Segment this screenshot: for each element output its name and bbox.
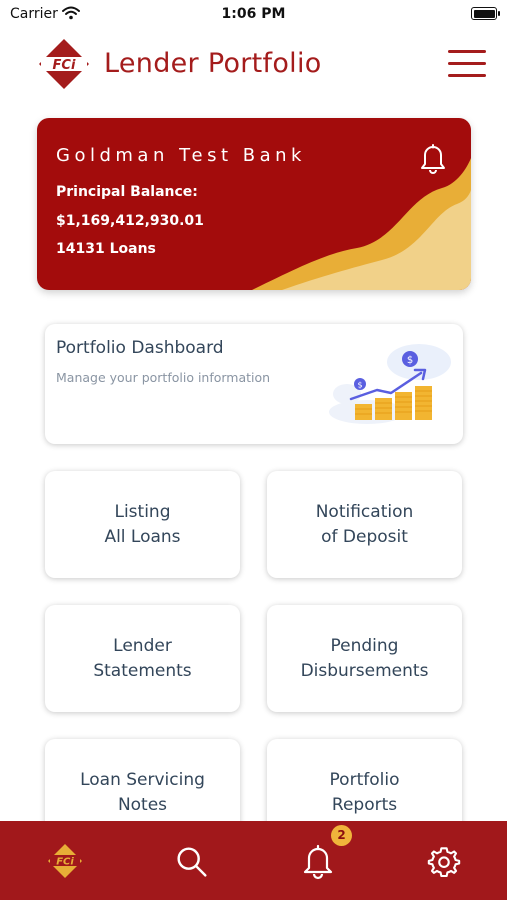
- portfolio-dashboard-subtitle: Manage your portfolio information: [56, 370, 271, 385]
- tile-label-line2: Notes: [117, 794, 168, 815]
- tile-label-line1: Portfolio: [329, 769, 400, 790]
- tile-label-line1: Notification: [315, 501, 414, 522]
- lender-statements-button[interactable]: Lender Statements: [45, 605, 240, 712]
- fci-logo-icon[interactable]: FCi: [45, 841, 85, 881]
- tile-label-line2: Disbursements: [300, 660, 429, 681]
- logo-text: FCi: [53, 58, 76, 73]
- pending-disbursements-button[interactable]: Pending Disbursements: [267, 605, 462, 712]
- tab-logo-text: FCi: [56, 857, 74, 868]
- loan-count: 14131 Loans: [56, 241, 156, 257]
- portfolio-dashboard-title: Portfolio Dashboard: [56, 338, 224, 358]
- hamburger-menu-icon[interactable]: [448, 50, 486, 80]
- tile-label-line1: Lender: [113, 635, 172, 656]
- search-icon[interactable]: [172, 842, 212, 882]
- bell-icon[interactable]: [417, 141, 449, 175]
- growth-coins-chart-illustration: $ $: [329, 344, 451, 424]
- gear-icon[interactable]: [424, 842, 464, 882]
- clock-time: 1:06 PM: [221, 6, 286, 22]
- listing-all-loans-button[interactable]: Listing All Loans: [45, 471, 240, 578]
- principal-balance-value: $1,169,412,930.01: [56, 213, 204, 229]
- battery-icon: [471, 7, 500, 20]
- tile-label-line2: of Deposit: [321, 526, 408, 547]
- notification-count-badge: 2: [331, 825, 352, 846]
- tile-label-line2: Reports: [331, 794, 398, 815]
- principal-balance-label: Principal Balance:: [56, 184, 198, 200]
- status-bar: Carrier 1:06 PM: [0, 0, 507, 30]
- portfolio-dashboard-card[interactable]: Portfolio Dashboard Manage your portfoli…: [45, 324, 463, 444]
- page-title: Lender Portfolio: [104, 48, 322, 79]
- bank-summary-card[interactable]: Goldman Test Bank Principal Balance: $1,…: [37, 118, 471, 290]
- tile-label-line2: Statements: [93, 660, 192, 681]
- app-header: FCi Lender Portfolio: [0, 30, 507, 100]
- tile-label-line1: Listing: [114, 501, 171, 522]
- tile-label-line1: Pending: [330, 635, 399, 656]
- svg-text:$: $: [357, 381, 362, 390]
- bank-name: Goldman Test Bank: [56, 145, 306, 166]
- card-wave-decoration: [252, 158, 471, 290]
- tile-label-line2: All Loans: [104, 526, 181, 547]
- fci-logo: FCi: [39, 39, 89, 89]
- svg-text:$: $: [407, 355, 413, 366]
- bell-icon[interactable]: [298, 840, 338, 880]
- notification-of-deposit-button[interactable]: Notification of Deposit: [267, 471, 462, 578]
- tile-label-line1: Loan Servicing: [80, 769, 205, 790]
